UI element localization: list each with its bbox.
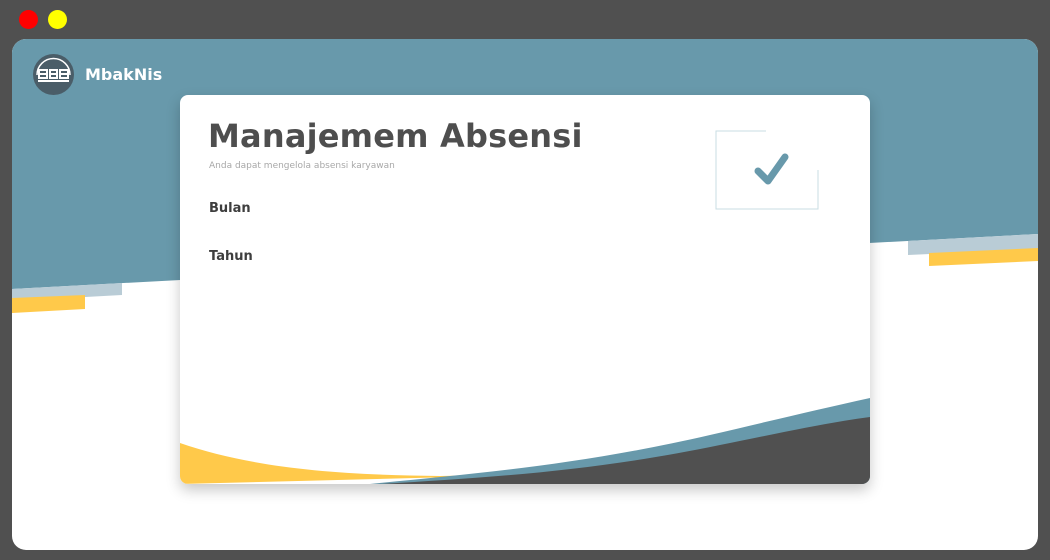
brand-name: MbakNis: [85, 65, 163, 84]
attendance-card: Manajemem Absensi Anda dapat mengelola a…: [180, 95, 870, 484]
brand[interactable]: MbakNis: [33, 54, 162, 95]
page-subtitle: Anda dapat mengelola absensi karyawan: [209, 161, 395, 171]
minimize-dot[interactable]: [48, 10, 67, 29]
app-window: MbakNis Manajemem Absensi Anda dapat men…: [12, 39, 1038, 550]
year-field-label[interactable]: Tahun: [209, 249, 253, 264]
checkmark-icon: [715, 130, 819, 210]
building-logo-icon: [33, 54, 74, 95]
close-dot[interactable]: [19, 10, 38, 29]
month-field-label[interactable]: Bulan: [209, 201, 251, 216]
window-controls: [19, 10, 67, 29]
page-title: Manajemem Absensi: [208, 117, 583, 155]
